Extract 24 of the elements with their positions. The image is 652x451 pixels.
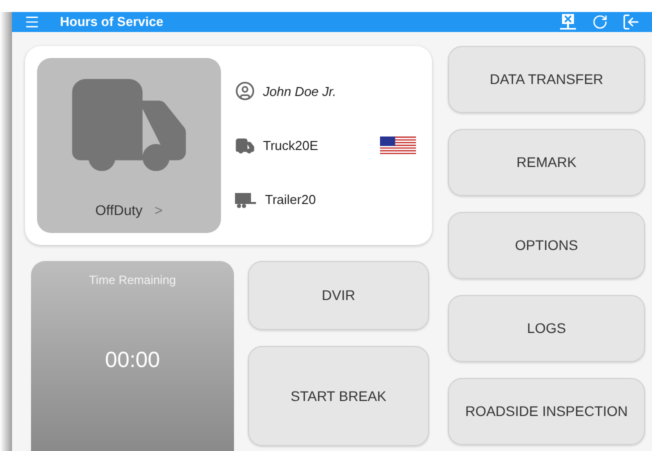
- menu-icon[interactable]: [24, 14, 40, 30]
- menu-button[interactable]: DATA TRANSFER: [448, 46, 645, 113]
- time-remaining-value: 00:00: [104, 346, 160, 374]
- driver-name: John Doe Jr.: [263, 82, 336, 100]
- duty-status-tile[interactable]: OffDuty >: [37, 58, 221, 233]
- network-disconnected-icon[interactable]: [560, 13, 576, 31]
- truck-icon: [235, 136, 255, 156]
- trailer-id: Trailer20: [265, 191, 316, 210]
- menu-button[interactable]: LOGS: [448, 295, 645, 362]
- duty-status-label: OffDuty: [95, 201, 142, 220]
- action-button[interactable]: DVIR: [248, 261, 429, 330]
- action-button[interactable]: START BREAK: [248, 346, 429, 446]
- menu-button[interactable]: ROADSIDE INSPECTION: [448, 378, 645, 445]
- flag-icon: [380, 136, 416, 156]
- exit-icon[interactable]: [622, 13, 640, 31]
- app-title: Hours of Service: [60, 13, 164, 32]
- time-remaining-label: Time Remaining: [89, 272, 176, 289]
- chevron-icon: >: [154, 200, 163, 221]
- refresh-icon[interactable]: [592, 14, 608, 30]
- truck-id: Truck20E: [263, 137, 318, 155]
- menu-button[interactable]: OPTIONS: [448, 212, 645, 279]
- user-icon: [235, 81, 255, 102]
- menu-button[interactable]: REMARK: [448, 129, 645, 196]
- trailer-icon: [235, 192, 257, 208]
